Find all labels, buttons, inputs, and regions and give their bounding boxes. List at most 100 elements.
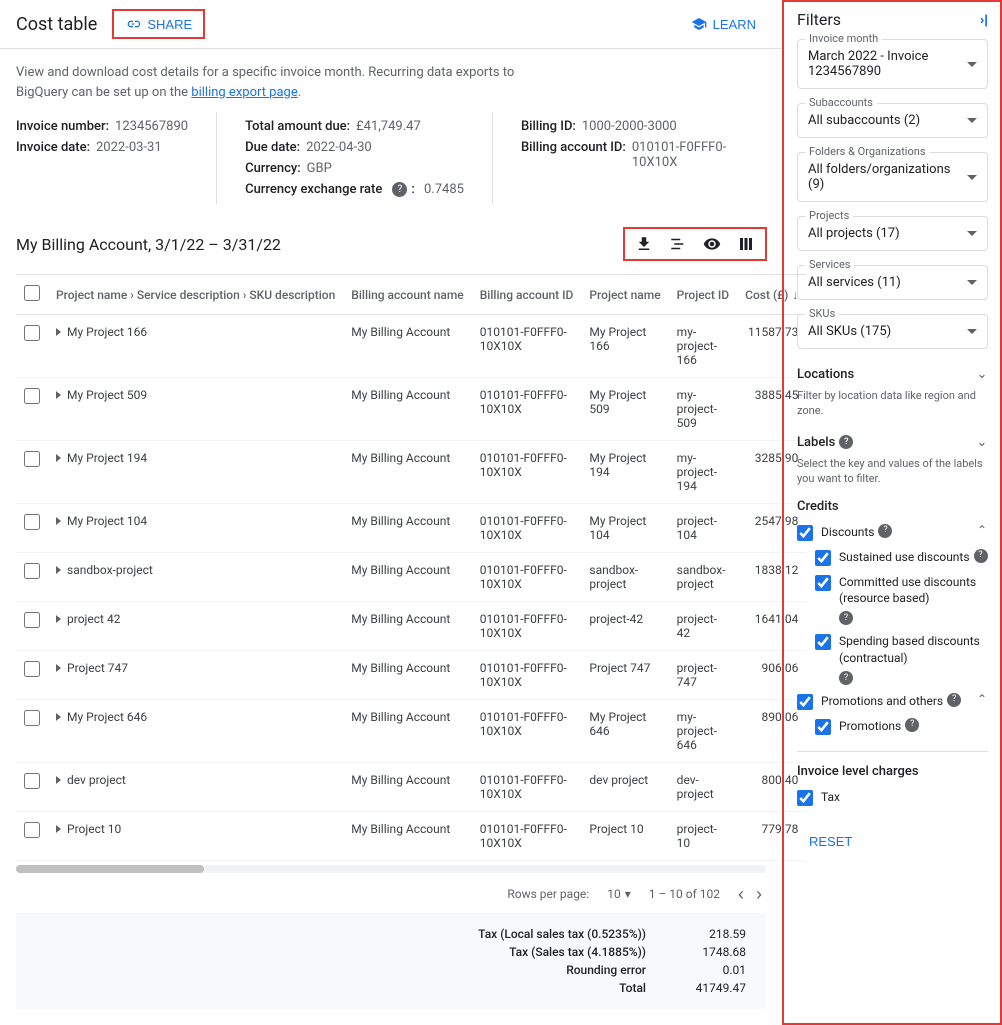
row-project-name: My Project 194 <box>581 441 668 504</box>
col-project-name[interactable]: Project name <box>581 275 668 315</box>
share-button[interactable]: SHARE <box>113 10 204 38</box>
services-select[interactable]: Services All services (11) <box>797 265 988 300</box>
discounts-checkbox[interactable] <box>797 525 813 541</box>
expand-icon[interactable] <box>56 615 61 623</box>
help-icon[interactable]: ? <box>839 611 853 625</box>
totals-summary: Tax (Local sales tax (0.5235%))218.59 Ta… <box>16 913 766 1009</box>
expand-icon[interactable] <box>56 454 61 462</box>
row-project-id: my-project-166 <box>669 315 737 378</box>
row-project-name: project-42 <box>581 602 668 651</box>
row-project: dev project <box>67 773 126 787</box>
expand-icon[interactable] <box>56 825 61 833</box>
row-project-name: Project 10 <box>581 812 668 861</box>
promo-others-checkbox[interactable] <box>797 694 813 710</box>
tax-sales-label: Tax (Sales tax (4.1885%)) <box>509 945 646 959</box>
reset-button[interactable]: RESET <box>797 828 864 855</box>
collapse-filters-button[interactable]: ›| <box>980 12 988 27</box>
row-checkbox[interactable] <box>24 388 40 404</box>
col-billing-account-name[interactable]: Billing account name <box>343 275 471 315</box>
locations-toggle[interactable]: Locations ⌄ <box>797 363 988 386</box>
row-billing-account-id: 010101-F0FFF0-10X10X <box>472 441 582 504</box>
billing-export-link[interactable]: billing export page <box>191 85 297 100</box>
help-icon[interactable]: ? <box>839 435 853 449</box>
invoice-month-select[interactable]: Invoice month March 2022 - Invoice 12345… <box>797 39 988 89</box>
row-checkbox[interactable] <box>24 661 40 677</box>
tax-checkbox[interactable] <box>797 790 813 806</box>
chevron-up-icon[interactable]: ⌃ <box>976 524 988 536</box>
rows-per-page-select[interactable]: 10 ▾ <box>607 887 631 901</box>
subaccounts-select[interactable]: Subaccounts All subaccounts (2) <box>797 103 988 138</box>
pagination: Rows per page: 10 ▾ 1 – 10 of 102 ‹ › <box>0 875 782 913</box>
row-project: My Project 509 <box>67 388 147 402</box>
row-project-name: sandbox-project <box>581 553 668 602</box>
row-checkbox[interactable] <box>24 325 40 341</box>
labels-toggle[interactable]: Labels? ⌄ <box>797 431 988 454</box>
row-checkbox[interactable] <box>24 514 40 530</box>
select-all-checkbox[interactable] <box>24 285 40 301</box>
row-project: Project 10 <box>67 822 121 836</box>
row-checkbox[interactable] <box>24 451 40 467</box>
help-icon[interactable]: ? <box>839 671 853 685</box>
table-row: Project 10My Billing Account010101-F0FFF… <box>16 812 806 861</box>
help-icon[interactable]: ? <box>905 718 919 732</box>
discounts-toggle[interactable]: Discounts? ⌃ <box>797 520 988 545</box>
invoice-number-label: Invoice number: <box>16 119 109 134</box>
help-icon[interactable]: ? <box>878 524 892 538</box>
row-project-id: project-10 <box>669 812 737 861</box>
table-row: My Project 509My Billing Account010101-F… <box>16 378 806 441</box>
invoice-date-value: 2022-03-31 <box>96 140 162 155</box>
col-billing-account-id[interactable]: Billing account ID <box>472 275 582 315</box>
expand-rows-button[interactable] <box>668 234 688 254</box>
col-project-sku[interactable]: Project name › Service description › SKU… <box>48 275 343 315</box>
horizontal-scrollbar[interactable] <box>16 865 766 873</box>
expand-icon[interactable] <box>56 328 61 336</box>
skus-select[interactable]: SKUs All SKUs (175) <box>797 314 988 349</box>
table-row: My Project 646My Billing Account010101-F… <box>16 700 806 763</box>
prev-page-button[interactable]: ‹ <box>738 885 744 903</box>
folders-select[interactable]: Folders & Organizations All folders/orga… <box>797 152 988 202</box>
col-project-id[interactable]: Project ID <box>669 275 737 315</box>
expand-icon[interactable] <box>56 664 61 672</box>
cost-table: Project name › Service description › SKU… <box>0 274 782 861</box>
rate-label: Currency exchange rate <box>245 182 382 197</box>
chevron-up-icon[interactable]: ⌃ <box>976 693 988 705</box>
row-billing-account-name: My Billing Account <box>343 553 471 602</box>
expand-icon[interactable] <box>56 713 61 721</box>
help-icon[interactable]: ? <box>974 549 988 563</box>
row-project-id: sandbox-project <box>669 553 737 602</box>
toggle-visibility-button[interactable] <box>702 234 722 254</box>
row-project: Project 747 <box>67 661 128 675</box>
row-billing-account-name: My Billing Account <box>343 812 471 861</box>
download-button[interactable] <box>634 234 654 254</box>
row-billing-account-id: 010101-F0FFF0-10X10X <box>472 553 582 602</box>
row-project-id: my-project-646 <box>669 700 737 763</box>
row-billing-account-id: 010101-F0FFF0-10X10X <box>472 378 582 441</box>
due-date-label: Due date: <box>245 140 300 155</box>
expand-icon[interactable] <box>56 566 61 574</box>
promo-others-toggle[interactable]: Promotions and others? ⌃ <box>797 689 988 714</box>
dropdown-icon <box>967 62 977 67</box>
help-icon[interactable]: ? <box>947 693 961 707</box>
row-checkbox[interactable] <box>24 563 40 579</box>
row-checkbox[interactable] <box>24 773 40 789</box>
help-icon[interactable]: ? <box>392 182 407 197</box>
expand-icon[interactable] <box>56 517 61 525</box>
billing-account-id-value: 010101-F0FFF0-10X10X <box>632 140 738 170</box>
expand-icon[interactable] <box>56 776 61 784</box>
columns-button[interactable] <box>736 234 756 254</box>
expand-icon[interactable] <box>56 391 61 399</box>
sustained-checkbox[interactable] <box>815 550 831 566</box>
row-checkbox[interactable] <box>24 710 40 726</box>
projects-select[interactable]: Projects All projects (17) <box>797 216 988 251</box>
promotions-checkbox[interactable] <box>815 719 831 735</box>
committed-checkbox[interactable] <box>815 575 831 591</box>
row-billing-account-name: My Billing Account <box>343 763 471 812</box>
next-page-button[interactable]: › <box>756 885 762 903</box>
learn-button[interactable]: LEARN <box>681 10 766 38</box>
invoice-date-label: Invoice date: <box>16 140 90 155</box>
row-checkbox[interactable] <box>24 612 40 628</box>
currency-value: GBP <box>307 161 332 176</box>
total-due-value: £41,749.47 <box>356 119 421 134</box>
row-checkbox[interactable] <box>24 822 40 838</box>
spending-checkbox[interactable] <box>815 634 831 650</box>
